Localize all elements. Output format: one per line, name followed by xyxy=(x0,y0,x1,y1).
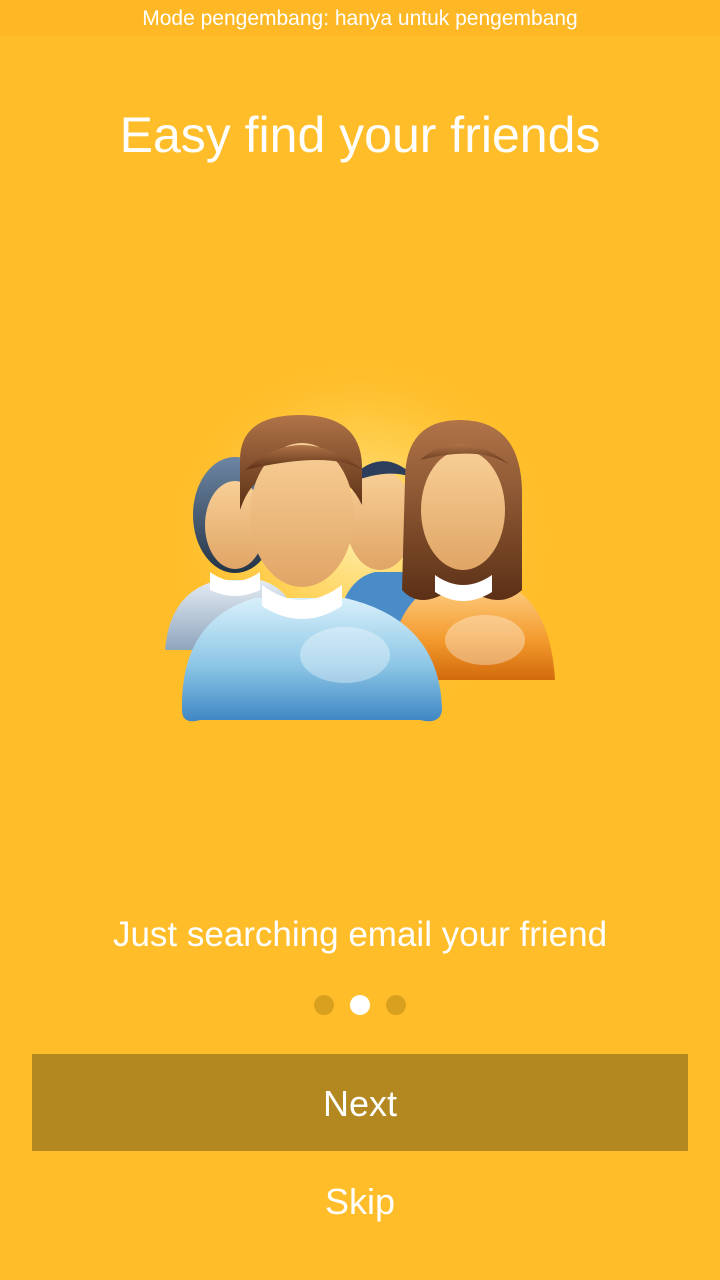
page-subtitle: Just searching email your friend xyxy=(112,915,608,954)
onboarding-screen: Mode pengembang: hanya untuk pengembang … xyxy=(0,0,720,1280)
skip-button[interactable]: Skip xyxy=(260,1170,460,1236)
developer-mode-text: Mode pengembang: hanya untuk pengembang xyxy=(142,7,578,30)
page-indicator-dot-1[interactable] xyxy=(314,995,334,1015)
page-indicator-dot-3[interactable] xyxy=(386,995,406,1015)
page-indicator xyxy=(0,995,720,1017)
next-button[interactable]: Next xyxy=(32,1054,688,1151)
page-title: Easy find your friends xyxy=(119,107,601,163)
group-of-people-icon xyxy=(160,350,560,730)
page-indicator-dot-2-active[interactable] xyxy=(350,995,370,1015)
developer-mode-banner: Mode pengembang: hanya untuk pengembang xyxy=(0,0,720,36)
